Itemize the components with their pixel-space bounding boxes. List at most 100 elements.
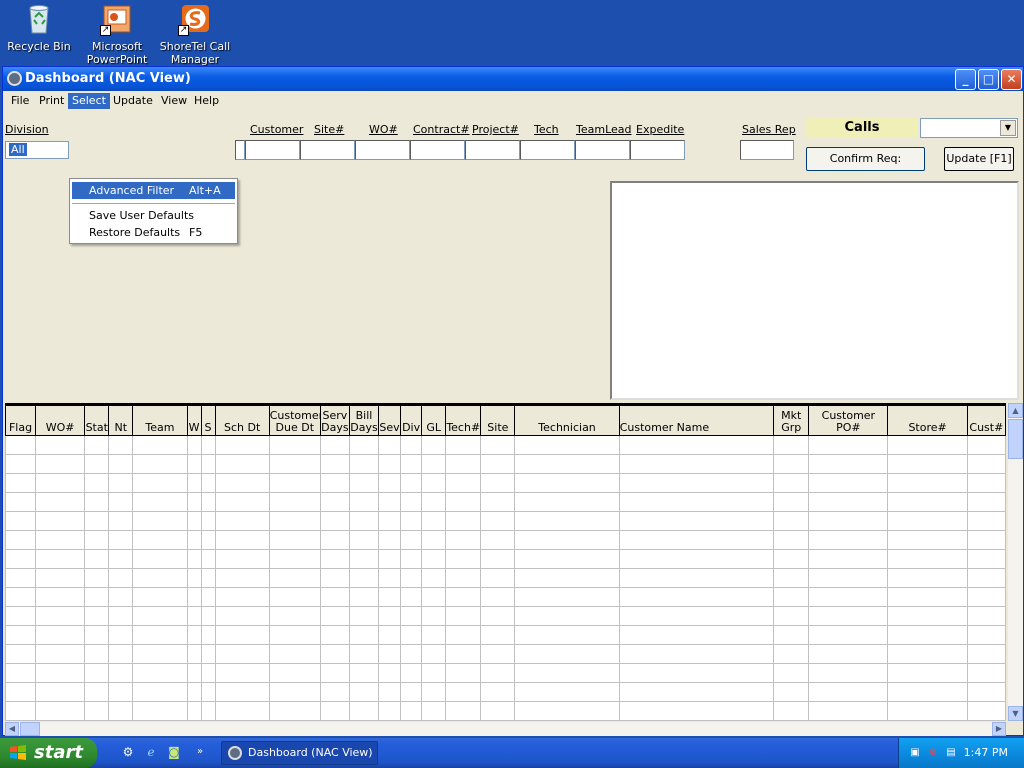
table-cell[interactable] xyxy=(421,511,447,531)
table-cell[interactable] xyxy=(132,644,188,664)
table-cell[interactable] xyxy=(35,511,86,531)
table-cell[interactable] xyxy=(268,625,321,645)
scroll-thumb[interactable] xyxy=(20,722,40,736)
table-cell[interactable] xyxy=(378,568,402,588)
menu-view[interactable]: View xyxy=(157,93,191,109)
table-cell[interactable] xyxy=(5,435,37,455)
table-cell[interactable] xyxy=(480,606,516,626)
table-cell[interactable] xyxy=(200,682,216,702)
table-cell[interactable] xyxy=(319,587,350,607)
table-cell[interactable] xyxy=(214,625,270,645)
table-cell[interactable] xyxy=(348,435,380,455)
table-cell[interactable] xyxy=(480,549,516,569)
table-cell[interactable] xyxy=(268,549,321,569)
table-cell[interactable] xyxy=(268,663,321,683)
table-cell[interactable] xyxy=(268,530,321,550)
col-header[interactable]: Flag xyxy=(5,405,37,436)
table-cell[interactable] xyxy=(132,473,188,493)
table-cell[interactable] xyxy=(445,435,482,455)
table-cell[interactable] xyxy=(514,644,620,664)
table-cell[interactable] xyxy=(966,606,1006,626)
table-cell[interactable] xyxy=(887,644,968,664)
table-cell[interactable] xyxy=(808,682,889,702)
table-cell[interactable] xyxy=(214,435,270,455)
table-cell[interactable] xyxy=(445,663,482,683)
table-cell[interactable] xyxy=(400,530,423,550)
table-cell[interactable] xyxy=(108,454,134,474)
table-cell[interactable] xyxy=(400,644,423,664)
table-cell[interactable] xyxy=(618,682,775,702)
table-cell[interactable] xyxy=(186,568,202,588)
table-cell[interactable] xyxy=(132,454,188,474)
menu-item-advanced-filter[interactable]: Advanced Filter Alt+A xyxy=(72,182,235,199)
table-cell[interactable] xyxy=(514,606,620,626)
table-cell[interactable] xyxy=(378,701,402,721)
table-cell[interactable] xyxy=(200,530,216,550)
quicklaunch-more-icon[interactable]: » xyxy=(192,744,208,760)
table-cell[interactable] xyxy=(618,549,775,569)
table-cell[interactable] xyxy=(186,644,202,664)
table-cell[interactable] xyxy=(618,530,775,550)
table-cell[interactable] xyxy=(348,511,380,531)
col-header[interactable]: Div xyxy=(400,405,423,436)
customer-filter-input[interactable] xyxy=(235,140,245,160)
table-cell[interactable] xyxy=(966,644,1006,664)
table-cell[interactable] xyxy=(808,549,889,569)
table-cell[interactable] xyxy=(132,568,188,588)
table-cell[interactable] xyxy=(5,625,37,645)
table-cell[interactable] xyxy=(186,625,202,645)
table-cell[interactable] xyxy=(108,625,134,645)
col-header[interactable]: Customer Name xyxy=(618,405,775,436)
table-cell[interactable] xyxy=(268,454,321,474)
table-cell[interactable] xyxy=(514,530,620,550)
table-cell[interactable] xyxy=(618,625,775,645)
table-cell[interactable] xyxy=(268,492,321,512)
quicklaunch-settings-icon[interactable]: ⚙ xyxy=(120,744,136,760)
table-cell[interactable] xyxy=(773,663,810,683)
table-row[interactable] xyxy=(5,454,1006,474)
col-header[interactable]: Nt xyxy=(108,405,134,436)
table-cell[interactable] xyxy=(5,663,37,683)
table-cell[interactable] xyxy=(35,435,86,455)
table-cell[interactable] xyxy=(108,568,134,588)
table-cell[interactable] xyxy=(200,435,216,455)
table-cell[interactable] xyxy=(618,511,775,531)
table-cell[interactable] xyxy=(186,682,202,702)
table-cell[interactable] xyxy=(773,511,810,531)
col-header[interactable]: Tech# xyxy=(445,405,482,436)
table-cell[interactable] xyxy=(348,625,380,645)
table-cell[interactable] xyxy=(480,663,516,683)
table-cell[interactable] xyxy=(966,568,1006,588)
table-cell[interactable] xyxy=(35,492,86,512)
division-list[interactable]: All xyxy=(5,141,69,159)
table-cell[interactable] xyxy=(773,454,810,474)
table-cell[interactable] xyxy=(5,644,37,664)
table-row[interactable] xyxy=(5,701,1006,721)
table-cell[interactable] xyxy=(348,549,380,569)
table-cell[interactable] xyxy=(514,701,620,721)
table-cell[interactable] xyxy=(214,701,270,721)
table-cell[interactable] xyxy=(773,568,810,588)
table-cell[interactable] xyxy=(5,549,37,569)
table-cell[interactable] xyxy=(400,568,423,588)
table-cell[interactable] xyxy=(84,511,110,531)
table-cell[interactable] xyxy=(200,473,216,493)
table-cell[interactable] xyxy=(348,682,380,702)
table-row[interactable] xyxy=(5,549,1006,569)
table-cell[interactable] xyxy=(268,587,321,607)
scroll-thumb[interactable] xyxy=(1008,419,1023,459)
table-cell[interactable] xyxy=(132,549,188,569)
table-cell[interactable] xyxy=(214,549,270,569)
table-cell[interactable] xyxy=(808,568,889,588)
table-cell[interactable] xyxy=(887,511,968,531)
table-row[interactable] xyxy=(5,625,1006,645)
menu-item-restore-defaults[interactable]: Restore Defaults F5 xyxy=(72,224,235,241)
table-cell[interactable] xyxy=(400,625,423,645)
table-cell[interactable] xyxy=(84,492,110,512)
table-cell[interactable] xyxy=(887,530,968,550)
table-cell[interactable] xyxy=(773,473,810,493)
table-cell[interactable] xyxy=(480,568,516,588)
table-cell[interactable] xyxy=(421,625,447,645)
table-row[interactable] xyxy=(5,568,1006,588)
tech-input[interactable] xyxy=(520,140,575,160)
